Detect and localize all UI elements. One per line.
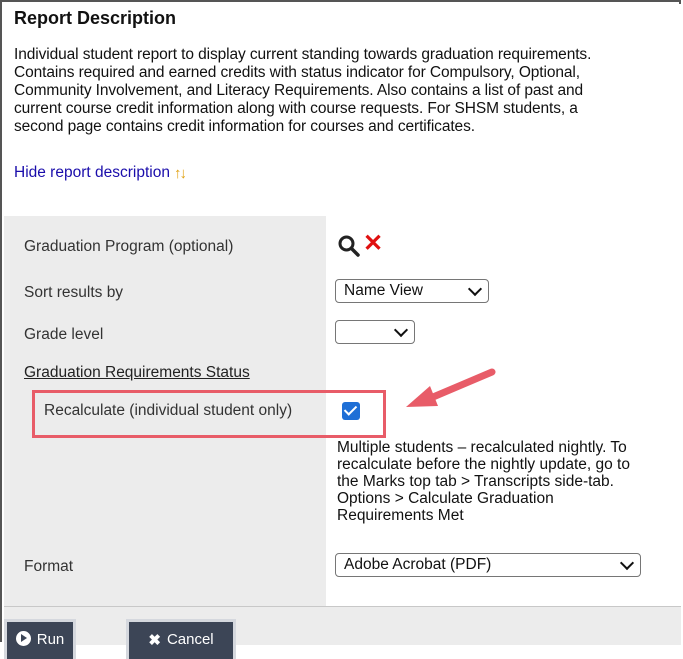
help-line: the Marks top tab > Transcripts side-tab… [337, 473, 614, 490]
help-line: Multiple students – recalculated nightly… [337, 439, 627, 456]
close-icon: ✖ [148, 632, 161, 649]
report-description-text: Individual student report to display cur… [14, 46, 676, 136]
chevron-down-icon [393, 322, 409, 338]
format-select[interactable]: Adobe Acrobat (PDF) [335, 553, 641, 577]
recalculate-checkbox[interactable] [342, 402, 360, 420]
sort-arrows-icon: ↑↓ [173, 164, 187, 182]
description-line: second page contains credit information … [14, 118, 475, 135]
run-button-label: Run [36, 631, 65, 648]
cancel-button-label: Cancel [166, 631, 214, 648]
graduation-program-label: Graduation Program (optional) [24, 238, 234, 255]
sort-results-label: Sort results by [24, 284, 124, 301]
sort-results-value: Name View [344, 282, 423, 299]
help-line: recalculate before the nightly update, g… [337, 456, 630, 473]
recalculate-help-text: Multiple students – recalculated nightly… [337, 439, 677, 524]
chevron-down-icon [619, 555, 635, 571]
run-button[interactable]: Run [4, 619, 76, 659]
sort-results-select[interactable]: Name View [335, 279, 489, 303]
description-line: Individual student report to display cur… [14, 46, 592, 63]
report-description-title: Report Description [14, 8, 177, 28]
report-parameters-panel: Graduation Program (optional) ✕ Sort res… [4, 216, 681, 606]
chevron-down-icon [467, 281, 483, 297]
help-line: Options > Calculate Graduation [337, 490, 554, 507]
description-line: Contains required and earned credits wit… [14, 64, 580, 81]
grade-level-select[interactable] [335, 320, 415, 344]
report-description-panel: Report Description Individual student re… [4, 4, 681, 217]
report-footer: Run ✖ Cancel [4, 606, 681, 659]
cancel-button[interactable]: ✖ Cancel [126, 619, 236, 659]
play-circle-icon [15, 631, 31, 646]
graduation-requirements-status-heading: Graduation Requirements Status [24, 364, 250, 381]
help-line: Requirements Met [337, 507, 464, 524]
format-value: Adobe Acrobat (PDF) [344, 556, 492, 573]
grade-level-label: Grade level [24, 326, 104, 343]
hide-report-description-label: Hide report description [14, 164, 170, 181]
description-line: current course credit information along … [14, 100, 578, 117]
description-line: Community Involvement, and Literacy Requ… [14, 82, 584, 99]
clear-icon[interactable]: ✕ [363, 232, 383, 256]
format-label: Format [24, 558, 74, 575]
report-dialog: Report Description Individual student re… [0, 0, 681, 659]
hide-report-description-link[interactable]: Hide report description ↑↓ [14, 164, 187, 182]
search-icon[interactable] [337, 234, 361, 258]
recalculate-label: Recalculate (individual student only) [44, 402, 293, 419]
annotation-arrow-icon [406, 368, 496, 407]
